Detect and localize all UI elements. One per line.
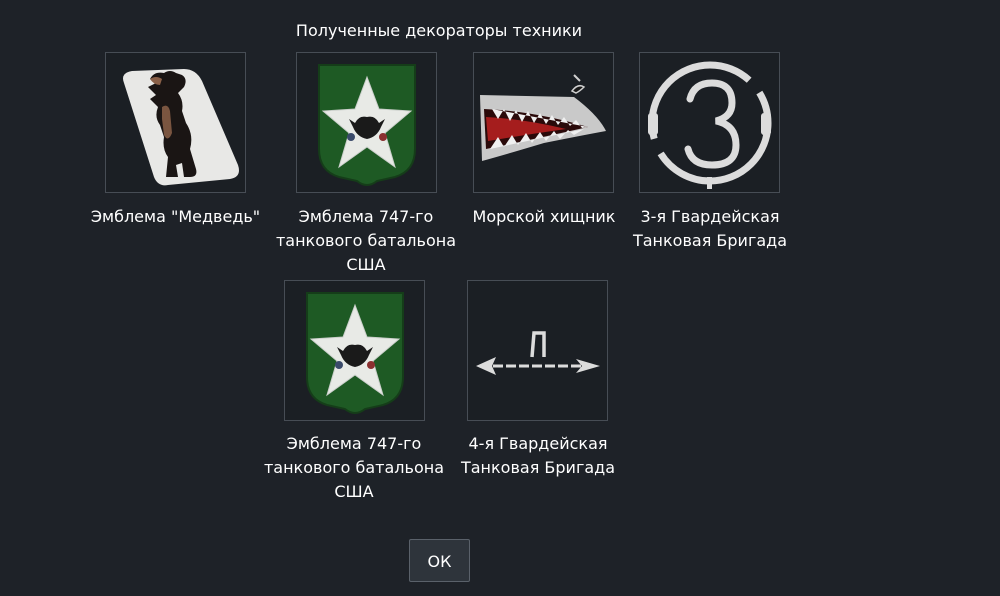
decorator-caption: 4-я Гвардейская Танковая Бригада — [460, 434, 616, 477]
star-shield-emblem-icon — [318, 64, 416, 186]
shark-mouth-icon — [480, 74, 606, 161]
decorator-caption: 3-я Гвардейская Танковая Бригада — [632, 207, 788, 250]
decorator-thumb-3rd-guards[interactable] — [639, 52, 780, 193]
decorator-caption: Эмблема 747-го танкового батальона США — [263, 434, 445, 501]
ok-button[interactable]: ОК — [409, 539, 470, 582]
decorator-caption: Эмблема 747-го танкового батальона США — [275, 207, 457, 274]
decorator-thumb-bear[interactable] — [105, 52, 246, 193]
decorator-thumb-4th-guards[interactable] — [467, 280, 608, 421]
decorator-caption: Морской хищник — [472, 207, 616, 226]
decorators-dialog: Полученные декораторы техники Эмблема "М… — [0, 0, 1000, 596]
decorator-thumb-747[interactable] — [296, 52, 437, 193]
decorator-thumb-747[interactable] — [284, 280, 425, 421]
arrow-emblem-icon — [476, 331, 600, 375]
dialog-title: Полученные декораторы техники — [295, 21, 583, 40]
star-shield-emblem-icon — [306, 292, 404, 414]
bear-emblem-icon — [123, 69, 239, 186]
decorator-thumb-shark[interactable] — [473, 52, 614, 193]
number-three-emblem-icon — [648, 61, 772, 189]
decorator-caption: Эмблема "Медведь" — [90, 207, 261, 226]
